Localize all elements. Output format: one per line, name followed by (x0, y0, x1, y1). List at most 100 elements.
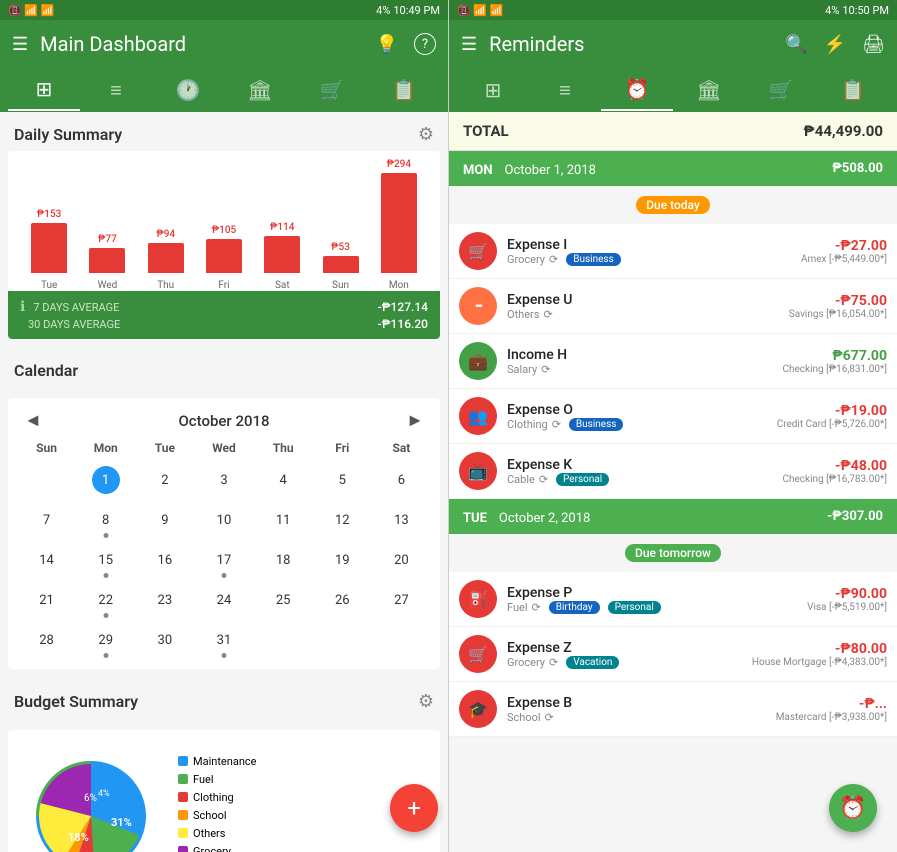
expense-u[interactable]: ••• Expense U Others⟳ -₱75.00 Savings [₱… (449, 279, 897, 334)
search-icon[interactable]: 🔍 (785, 34, 807, 55)
cal-day-3[interactable]: 3 (195, 461, 252, 499)
right-tab-cart[interactable]: 🛒 (745, 70, 817, 110)
cal-day-6[interactable]: 6 (373, 461, 430, 499)
cal-day-2[interactable]: 2 (136, 461, 193, 499)
calendar-grid: Sun Mon Tue Wed Thu Fri Sat 123456789101… (16, 435, 432, 661)
right-tab-dashboard[interactable]: ⊞ (457, 70, 529, 110)
right-tab-list[interactable]: ≡ (529, 70, 601, 111)
cal-day-26[interactable]: 26 (314, 581, 371, 619)
bar-chart: ₱153 Tue ₱77 Wed ₱94 Thu ₱105 Fr (16, 161, 432, 291)
next-month-arrow[interactable]: ► (406, 410, 424, 431)
expense-k[interactable]: 📺 Expense K Cable⟳ Personal -₱48.00 Chec… (449, 444, 897, 499)
cal-day-29[interactable]: 29 (77, 621, 134, 659)
expense-u-account: Savings [₱16,054.00*] (789, 309, 887, 320)
cal-day-20[interactable]: 20 (373, 541, 430, 579)
cal-day-10[interactable]: 10 (195, 501, 252, 539)
cal-day-15[interactable]: 15 (77, 541, 134, 579)
legend-dot-maintenance (178, 756, 188, 766)
cal-day-21[interactable]: 21 (18, 581, 75, 619)
expense-p-right: -₱90.00 Visa [-₱5,519.00*] (807, 586, 887, 613)
bar-sun: ₱53 Sun (323, 242, 359, 291)
filter-icon[interactable]: ⚡ (824, 34, 846, 55)
expense-u-details: Expense U Others⟳ (507, 292, 789, 321)
right-tab-alarm[interactable]: ⏰ (601, 69, 673, 111)
cal-day-17[interactable]: 17 (195, 541, 252, 579)
left-tab-report[interactable]: 📋 (368, 70, 440, 110)
expense-i[interactable]: 🛒 Expense I Grocery⟳ Business -₱27.00 Am… (449, 224, 897, 279)
total-label: TOTAL (463, 122, 509, 140)
left-fab[interactable]: + (390, 784, 438, 832)
cal-header-wed: Wed (195, 437, 252, 459)
expense-b[interactable]: 🎓 Expense B School⟳ -₱... Mastercard [-₱… (449, 682, 897, 737)
pie-area: 31% 18% 6% 4% Maintenance Fuel (16, 738, 432, 852)
group2-date: October 2, 2018 (499, 511, 590, 526)
daily-summary-title: Daily Summary (14, 125, 122, 144)
cal-day-11[interactable]: 11 (255, 501, 312, 539)
help-icon[interactable]: ? (414, 33, 436, 55)
expense-z-account: House Mortgage [-₱4,383.00*] (752, 657, 887, 668)
left-tab-cart[interactable]: 🛒 (296, 70, 368, 110)
right-status-left: 📵 📶 📶 (457, 4, 504, 17)
right-battery: 4% (825, 4, 839, 17)
cal-day-19[interactable]: 19 (314, 541, 371, 579)
cal-day-27[interactable]: 27 (373, 581, 430, 619)
expense-o[interactable]: 👥 Expense O Clothing⟳ Business -₱19.00 C… (449, 389, 897, 444)
expense-b-name: Expense B (507, 695, 776, 711)
left-tab-bank[interactable]: 🏛 (224, 70, 296, 110)
cal-day-18[interactable]: 18 (255, 541, 312, 579)
cal-day-4[interactable]: 4 (255, 461, 312, 499)
avg7-label: 7 DAYS AVERAGE (33, 301, 369, 314)
expense-z[interactable]: 🛒 Expense Z Grocery⟳ Vacation -₱80.00 Ho… (449, 627, 897, 682)
left-tab-list[interactable]: ≡ (80, 70, 152, 111)
cal-day-1[interactable]: 1 (77, 461, 134, 499)
daily-summary-gear-icon[interactable]: ⚙ (418, 124, 434, 145)
expense-u-sub: Others⟳ (507, 308, 789, 321)
menu-icon[interactable]: ☰ (12, 34, 28, 55)
cal-day-12[interactable]: 12 (314, 501, 371, 539)
legend-others: Others (178, 827, 257, 840)
calendar-header: Calendar (0, 349, 448, 386)
prev-month-arrow[interactable]: ◄ (24, 410, 42, 431)
left-tab-dashboard[interactable]: ⊞ (8, 69, 80, 111)
right-fab[interactable]: ⏰ (829, 784, 877, 832)
expense-p[interactable]: ⛽ Expense P Fuel⟳ Birthday Personal -₱90… (449, 572, 897, 627)
income-h[interactable]: 💼 Income H Salary⟳ ₱677.00 Checking [₱16… (449, 334, 897, 389)
cal-day-30[interactable]: 30 (136, 621, 193, 659)
group2-amount: -₱307.00 (827, 509, 883, 524)
right-status-right: 4% 10:50 PM (825, 4, 889, 17)
expense-k-right: -₱48.00 Checking [₱16,783.00*] (782, 458, 887, 485)
right-tab-bank[interactable]: 🏛 (673, 70, 745, 110)
expense-o-name: Expense O (507, 402, 777, 418)
bulb-icon[interactable]: 💡 (376, 34, 398, 55)
right-dashboard-icon: ⊞ (485, 78, 502, 102)
expense-u-name: Expense U (507, 292, 789, 308)
expense-b-details: Expense B School⟳ (507, 695, 776, 724)
total-bar: TOTAL ₱44,499.00 (449, 112, 897, 151)
cal-day-8[interactable]: 8 (77, 501, 134, 539)
cal-day-24[interactable]: 24 (195, 581, 252, 619)
expense-k-account: Checking [₱16,783.00*] (782, 474, 887, 485)
right-menu-icon[interactable]: ☰ (461, 34, 477, 55)
cal-day-31[interactable]: 31 (195, 621, 252, 659)
bar-mon: ₱294 Mon (381, 159, 417, 291)
cal-day-empty (255, 621, 312, 659)
print-icon[interactable]: 🖨 (862, 34, 885, 55)
cal-day-16[interactable]: 16 (136, 541, 193, 579)
left-status-right: 4% 10:49 PM (376, 4, 440, 17)
left-tab-clock[interactable]: 🕐 (152, 70, 224, 110)
cal-day-23[interactable]: 23 (136, 581, 193, 619)
cal-day-7[interactable]: 7 (18, 501, 75, 539)
expense-b-right: -₱... Mastercard [-₱3,938.00*] (776, 696, 887, 723)
cal-day-25[interactable]: 25 (255, 581, 312, 619)
budget-gear-icon[interactable]: ⚙ (418, 691, 434, 712)
cal-day-9[interactable]: 9 (136, 501, 193, 539)
cal-day-13[interactable]: 13 (373, 501, 430, 539)
right-tab-report[interactable]: 📋 (817, 70, 889, 110)
cal-day-22[interactable]: 22 (77, 581, 134, 619)
svg-text:4%: 4% (98, 789, 110, 799)
cal-day-5[interactable]: 5 (314, 461, 371, 499)
cal-day-28[interactable]: 28 (18, 621, 75, 659)
daily-summary-header: Daily Summary ⚙ (0, 112, 448, 151)
expense-p-sub: Fuel⟳ Birthday Personal (507, 601, 807, 614)
cal-day-14[interactable]: 14 (18, 541, 75, 579)
